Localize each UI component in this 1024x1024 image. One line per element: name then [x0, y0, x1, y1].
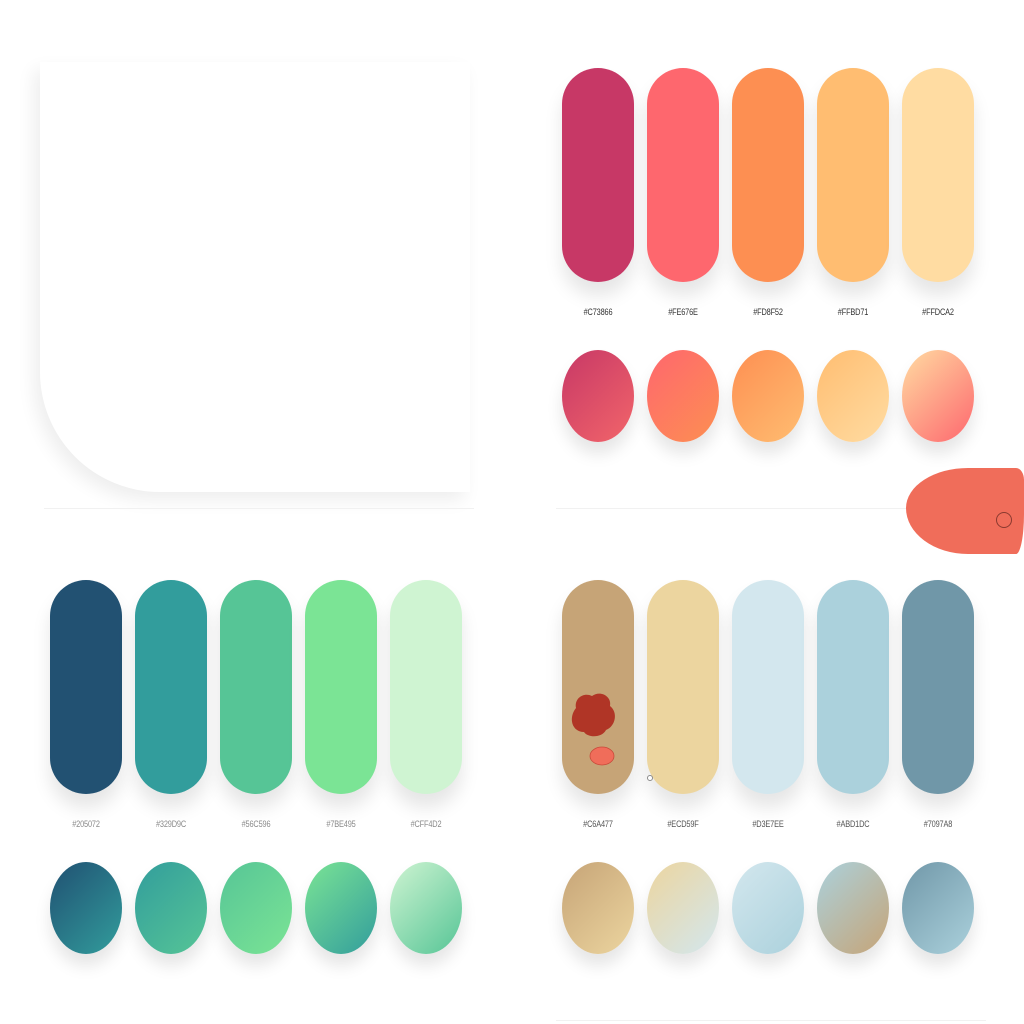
swatch-pill-cff4d2: [390, 580, 462, 794]
swatch-hex-label: #7097A8: [923, 819, 953, 829]
swatch-pill-fd8f52: [732, 68, 804, 282]
swatch-pill-d3e7ee: [732, 580, 804, 794]
cursor-ring: [996, 512, 1012, 528]
gradient-swatch: [220, 862, 292, 954]
swatch-hex-label: #D3E7EE: [752, 819, 784, 829]
swatch-hex-label: #56C596: [241, 819, 271, 829]
swatch-pill-ecd59f: [647, 580, 719, 794]
swatch-pill-56c596: [220, 580, 292, 794]
swatch-pill-7be495: [305, 580, 377, 794]
paint-blob: [906, 468, 1024, 554]
gradient-swatch: [732, 350, 804, 442]
swatch-pill-fe676e: [647, 68, 719, 282]
swatch-hex-label: #ECD59F: [667, 819, 699, 829]
swatch-pill-ffdca2: [902, 68, 974, 282]
gradient-swatch: [305, 862, 377, 954]
swatch-pill-c73866: [562, 68, 634, 282]
blank-card: [40, 62, 470, 492]
swatch-hex-label: #C73866: [583, 307, 613, 317]
palette-warm: #C73866 #FE676E #FD8F52 #FFBD71 #FFDCA2: [556, 62, 986, 509]
gradient-swatch: [647, 862, 719, 954]
swatch-hex-label: #ABD1DC: [836, 819, 870, 829]
swatch-hex-label: #7BE495: [326, 819, 356, 829]
palette-divider: [556, 1020, 986, 1021]
gradient-swatch: [817, 350, 889, 442]
gradient-swatch: [135, 862, 207, 954]
swatch-pill-205072: [50, 580, 122, 794]
swatch-hex-label: #FE676E: [668, 307, 698, 317]
swatch-hex-label: #FD8F52: [753, 307, 783, 317]
swatch-pill-ffbd71: [817, 68, 889, 282]
swatch-pill-7097a8: [902, 580, 974, 794]
swatch-pill-c6a477: [562, 580, 634, 794]
swatch-hex-label: #CFF4D2: [410, 819, 442, 829]
gradient-swatch: [902, 350, 974, 442]
palette-sand-sky: #C6A477 #ECD59F #D3E7EE #ABD1DC #7097A8: [556, 574, 986, 1021]
swatch-hex-label: #FFDCA2: [922, 307, 954, 317]
gradient-swatch: [50, 862, 122, 954]
gradient-swatch: [562, 350, 634, 442]
gradient-swatch: [902, 862, 974, 954]
gradient-swatch: [562, 862, 634, 954]
swatch-hex-label: #C6A477: [583, 819, 613, 829]
paint-stain-light: [589, 746, 615, 766]
gradient-swatch: [647, 350, 719, 442]
cursor-dot: [647, 775, 653, 781]
swatch-hex-label: #FFBD71: [837, 307, 869, 317]
palette-green: #205072 #329D9C #56C596 #7BE495 #CFF4D2: [44, 508, 474, 1004]
gradient-swatch: [817, 862, 889, 954]
swatch-hex-label: #205072: [72, 819, 100, 829]
paint-stain-dark: [571, 693, 615, 737]
gradient-swatch: [732, 862, 804, 954]
swatch-pill-329d9c: [135, 580, 207, 794]
palette-divider: [44, 508, 474, 509]
swatch-pill-abd1dc: [817, 580, 889, 794]
swatch-hex-label: #329D9C: [155, 819, 187, 829]
paint-stain: [571, 693, 615, 766]
gradient-swatch: [390, 862, 462, 954]
